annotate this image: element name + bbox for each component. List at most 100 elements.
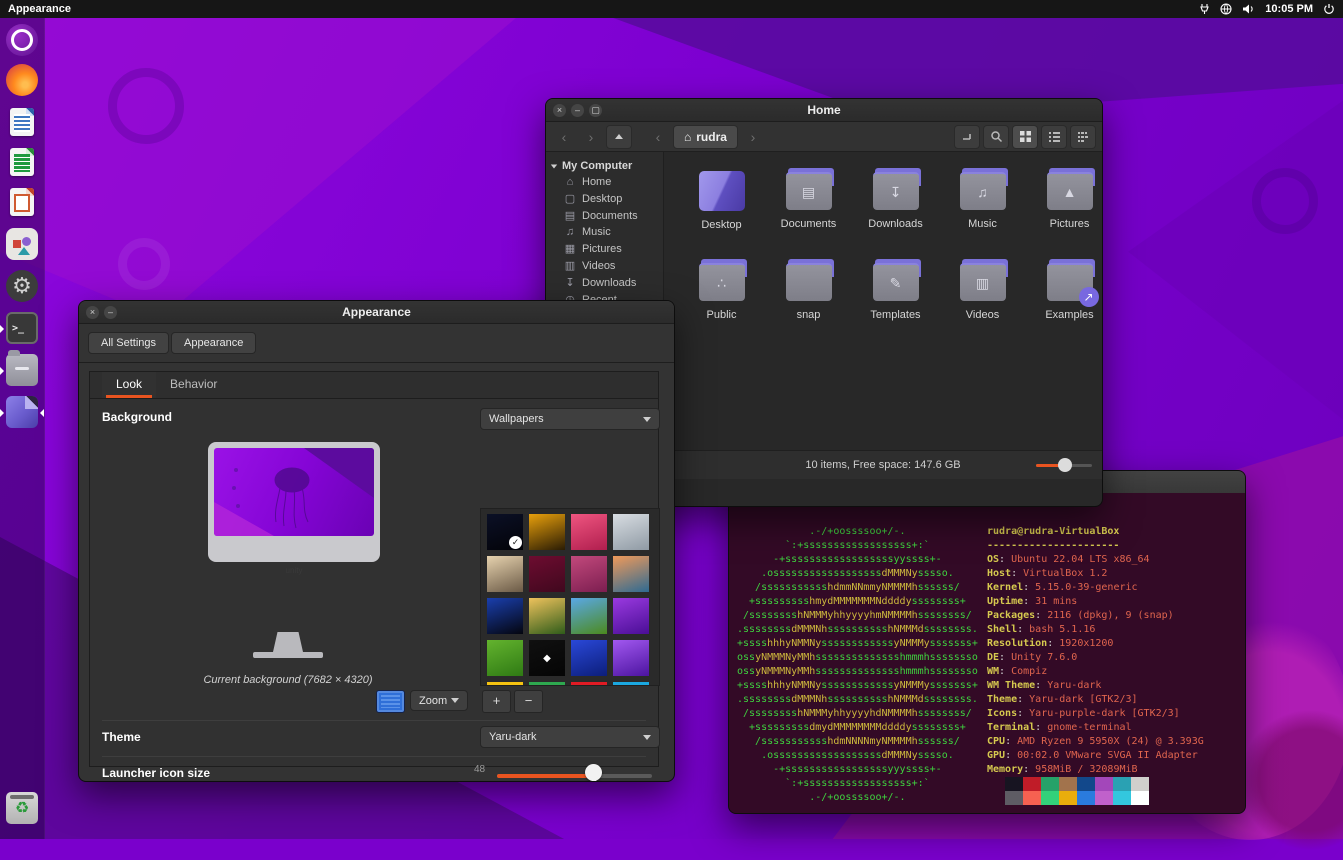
power-icon[interactable] [1323, 3, 1335, 15]
close-icon[interactable]: × [86, 306, 99, 319]
remove-wallpaper-button[interactable]: − [514, 690, 543, 713]
forward-button[interactable]: › [579, 126, 603, 148]
ubuntu-desktop-icon [6, 24, 38, 56]
wallpaper-thumb-10[interactable] [529, 598, 565, 634]
terminal-content[interactable]: .-/+oossssoo+/-.rudra@rudra-VirtualBox `… [729, 493, 1245, 813]
wallpaper-thumb-14[interactable]: ◆ [529, 640, 565, 676]
clock[interactable]: 10:05 PM [1265, 3, 1313, 15]
wallpaper-thumb-16[interactable] [613, 640, 649, 676]
minimize-icon[interactable]: – [104, 306, 117, 319]
dock-libreoffice-writer[interactable] [6, 106, 38, 138]
file-item-examples[interactable]: ↗Examples [1026, 255, 1103, 346]
zoom-mode-dropdown[interactable]: Zoom [410, 690, 468, 711]
files-main-area[interactable]: Desktop▤Documents↧Downloads♫Music▲Pictur… [664, 152, 1102, 479]
wallpaper-thumb-partial-4[interactable] [613, 682, 649, 686]
appearance-titlebar[interactable]: × – Appearance [79, 301, 674, 324]
sidebar-item-pictures[interactable]: ▦Pictures [546, 240, 663, 257]
zoom-slider[interactable] [1036, 464, 1092, 467]
wallpaper-thumb-8[interactable] [613, 556, 649, 592]
network-globe-icon[interactable] [1220, 3, 1232, 15]
compact-view-button[interactable] [1070, 125, 1096, 149]
dock-libreoffice-calc[interactable] [6, 146, 38, 178]
wallpapers-dropdown[interactable]: Wallpapers [480, 408, 660, 430]
breadcrumb[interactable]: ⌂ rudra [673, 125, 738, 149]
panel-app-title: Appearance [8, 3, 1199, 15]
connector-icon[interactable] [1199, 3, 1210, 15]
close-icon[interactable]: × [553, 104, 566, 117]
wallpaper-thumb-9[interactable] [487, 598, 523, 634]
file-item-videos[interactable]: ▥Videos [939, 255, 1026, 346]
file-item-pictures[interactable]: ▲Pictures [1026, 164, 1103, 255]
terminal-line: /ssssssssssshdmmNNmmyNMMMMhssssss/Kernel… [737, 581, 1245, 595]
selected-check-icon: ✓ [509, 536, 522, 549]
sidebar-item-label: Documents [582, 210, 638, 222]
dock-trash[interactable]: ♻ [6, 792, 38, 824]
file-item-templates[interactable]: ✎Templates [852, 255, 939, 346]
dock-terminal[interactable]: >_ [6, 312, 38, 344]
back-button[interactable]: ‹ [552, 126, 576, 148]
sidebar-item-desktop[interactable]: ▢Desktop [546, 190, 663, 207]
wallpaper-thumb-4[interactable] [613, 514, 649, 550]
wallpaper-thumb-1[interactable]: ✓ [487, 514, 523, 550]
sidebar-item-documents[interactable]: ▤Documents [546, 207, 663, 224]
dock-settings[interactable]: ⚙ [6, 270, 38, 302]
file-item-downloads[interactable]: ↧Downloads [852, 164, 939, 255]
breadcrumb-right-chevron[interactable]: › [741, 126, 765, 148]
add-wallpaper-button[interactable]: + [482, 690, 511, 713]
icon-view-button[interactable] [1012, 125, 1038, 149]
wallpaper-thumb-partial-1[interactable] [487, 682, 523, 686]
dock-appearance[interactable] [6, 396, 38, 428]
sidebar-my-computer[interactable]: My Computer [546, 158, 663, 174]
wallpaper-thumb-7[interactable] [571, 556, 607, 592]
wallpaper-grid[interactable]: ✓◆ [480, 508, 660, 686]
wallpaper-thumb-6[interactable] [529, 556, 565, 592]
wallpaper-thumb-5[interactable] [487, 556, 523, 592]
sidebar-item-label: Desktop [582, 193, 622, 205]
minimize-icon[interactable]: – [571, 104, 584, 117]
zoom-slider-knob[interactable] [1058, 458, 1072, 472]
sidebar-item-videos[interactable]: ▥Videos [546, 257, 663, 274]
terminal-line: .ssssssssdMMMNhsssssssssshNMMMdssssssss.… [737, 623, 1245, 637]
appearance-window[interactable]: × – Appearance All Settings Appearance L… [78, 300, 675, 782]
dock-firefox[interactable] [6, 64, 38, 96]
files-titlebar[interactable]: × – ▢ Home [546, 99, 1102, 122]
breadcrumb-left-chevron[interactable]: ‹ [646, 126, 670, 148]
file-item-snap[interactable]: snap [765, 255, 852, 346]
terminal-window[interactable]: .-/+oossssoo+/-.rudra@rudra-VirtualBox `… [728, 470, 1246, 814]
sidebar-item-music[interactable]: ♫Music [546, 224, 663, 240]
wallpaper-thumb-15[interactable] [571, 640, 607, 676]
running-indicator [0, 367, 4, 375]
volume-icon[interactable] [1242, 3, 1255, 15]
wallpaper-thumb-12[interactable] [613, 598, 649, 634]
theme-dropdown[interactable]: Yaru-dark [480, 726, 660, 748]
wallpaper-thumb-partial-2[interactable] [529, 682, 565, 686]
tab-look[interactable]: Look [102, 372, 156, 398]
dock-libreoffice-impress[interactable] [6, 186, 38, 218]
all-settings-button[interactable]: All Settings [88, 332, 169, 354]
dock-files[interactable] [6, 354, 38, 386]
toggle-location-entry-button[interactable] [954, 125, 980, 149]
up-button[interactable] [606, 125, 632, 149]
wallpaper-thumb-13[interactable] [487, 640, 523, 676]
list-view-button[interactable] [1041, 125, 1067, 149]
file-item-music[interactable]: ♫Music [939, 164, 1026, 255]
sidebar-item-home[interactable]: ⌂Home [546, 174, 663, 190]
wallpaper-thumb-11[interactable] [571, 598, 607, 634]
file-item-public[interactable]: ∴Public [678, 255, 765, 346]
sidebar-item-downloads[interactable]: ↧Downloads [546, 274, 663, 291]
wallpaper-placement-button[interactable] [376, 690, 405, 713]
tab-behavior[interactable]: Behavior [156, 372, 231, 398]
wallpaper-thumb-2[interactable] [529, 514, 565, 550]
file-item-desktop[interactable]: Desktop [678, 164, 765, 255]
launcher-size-slider[interactable] [497, 774, 652, 778]
wallpaper-thumb-3[interactable] [571, 514, 607, 550]
maximize-icon[interactable]: ▢ [589, 104, 602, 117]
search-button[interactable] [983, 125, 1009, 149]
dock-ubuntu-desktop[interactable] [6, 24, 38, 56]
appearance-nav-button[interactable]: Appearance [171, 332, 256, 354]
wallpaper-thumb-partial-3[interactable] [571, 682, 607, 686]
file-item-documents[interactable]: ▤Documents [765, 164, 852, 255]
terminal-line: +sssshhhyNMMNyssssssssssssyNMMMysssssss+… [737, 637, 1245, 651]
launcher-size-knob[interactable] [585, 764, 602, 781]
dock-ubuntu-software[interactable] [6, 228, 38, 260]
